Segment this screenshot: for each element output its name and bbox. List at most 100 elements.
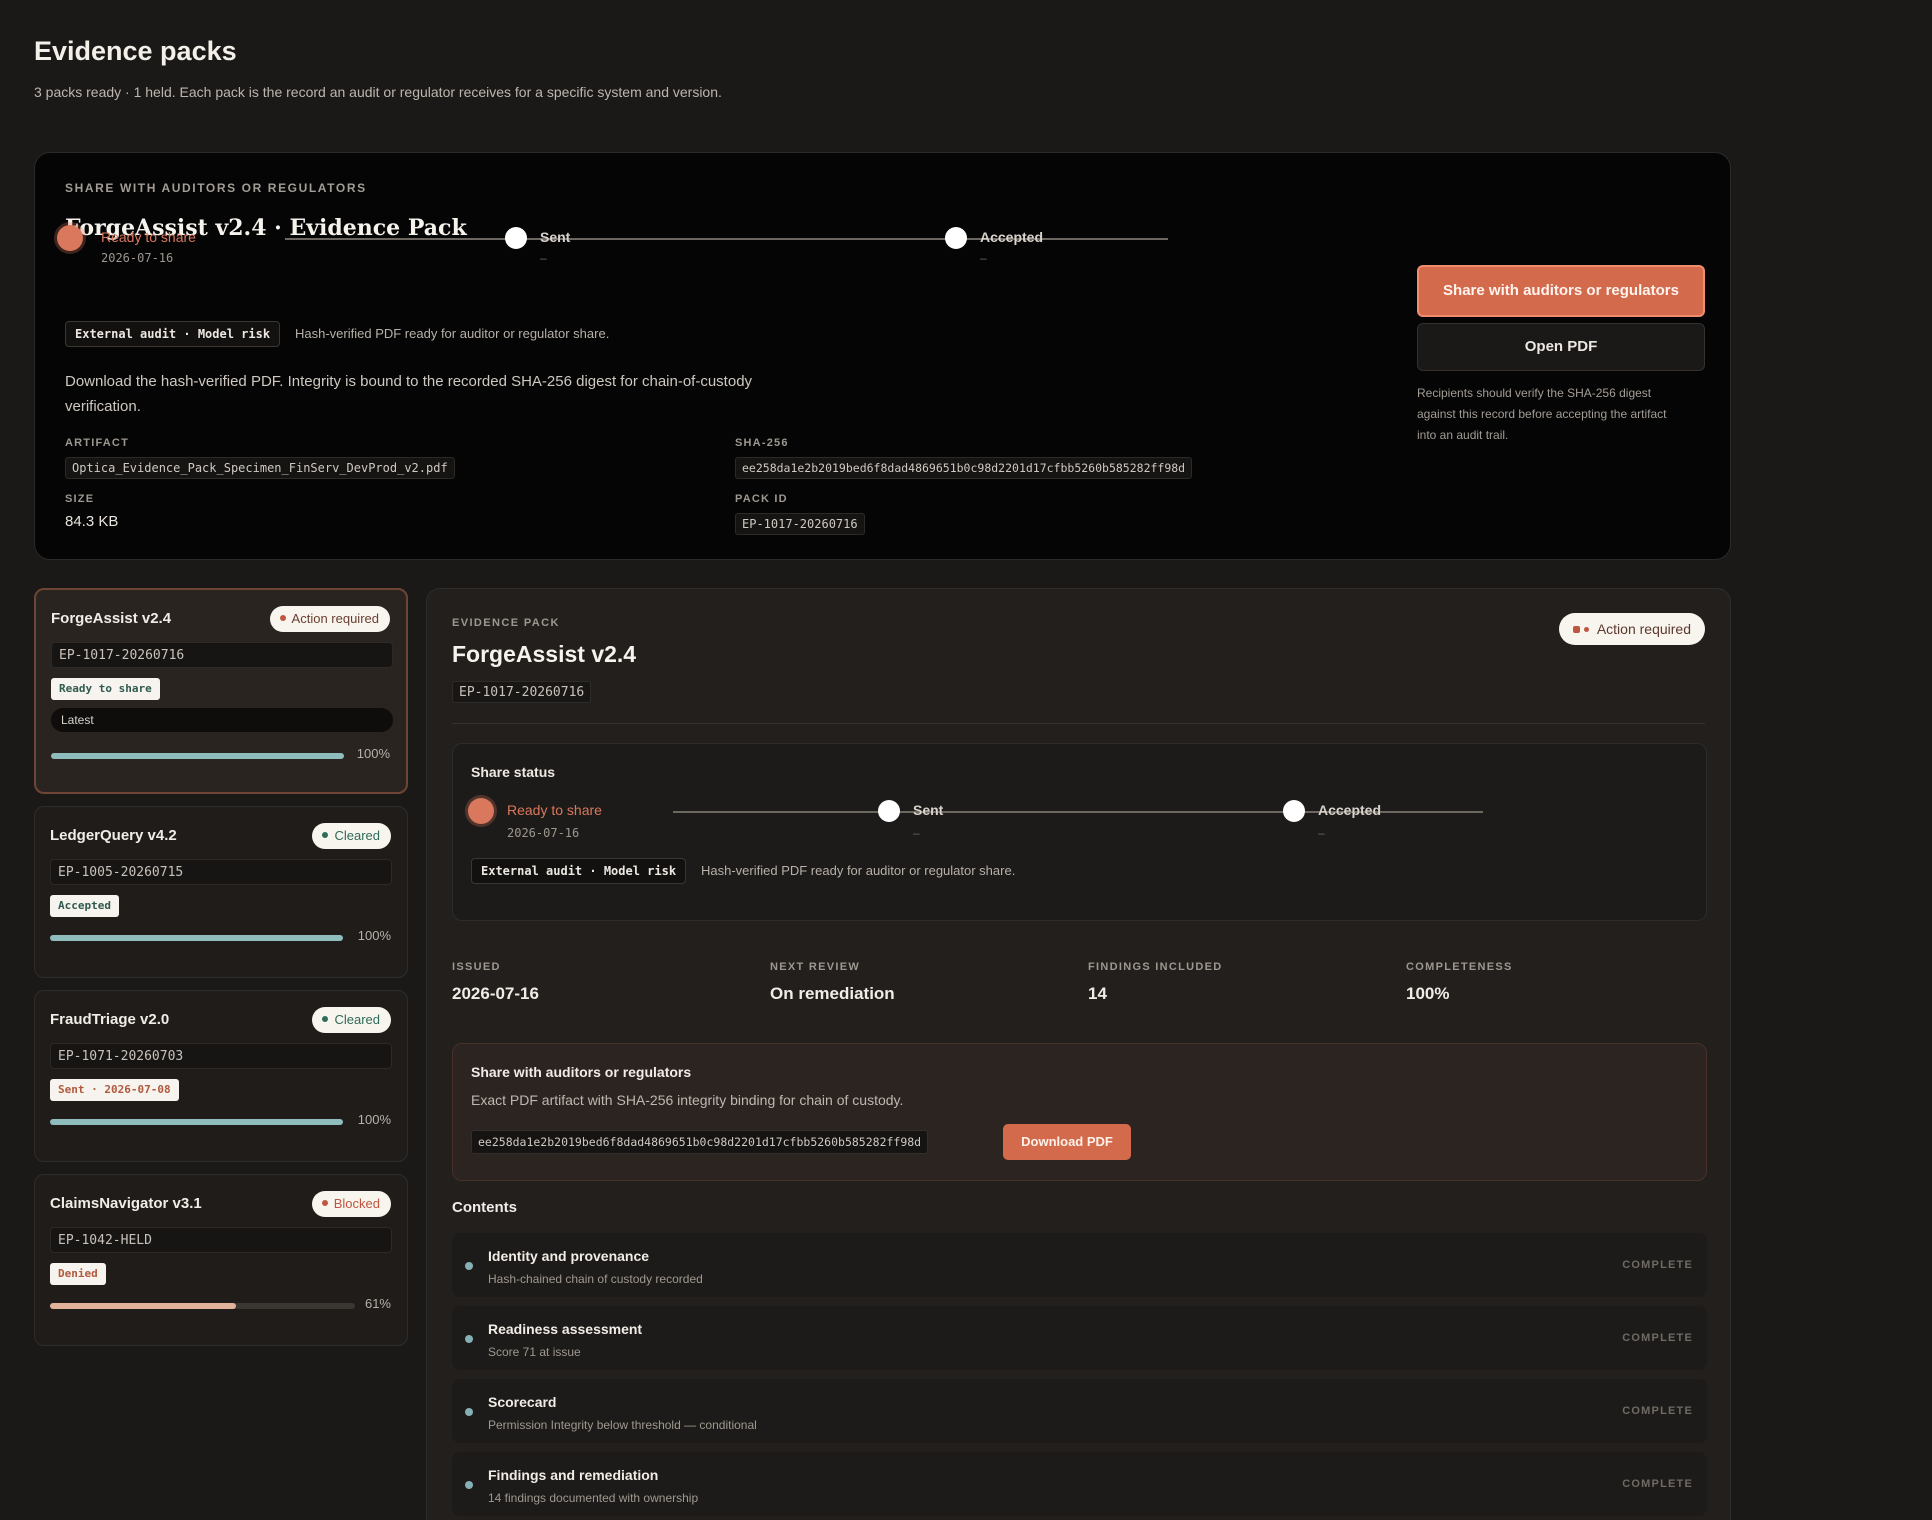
sha-label: SHA-256: [735, 437, 789, 449]
content-status: COMPLETE: [1622, 1405, 1693, 1417]
badge-dot-icon: [322, 832, 329, 838]
bullet-dot-icon: [465, 1408, 473, 1416]
pack-progress-bar: [50, 935, 343, 941]
content-row-scorecard: Scorecard Permission Integrity below thr…: [452, 1379, 1707, 1443]
artifact-filename: Optica_Evidence_Pack_Specimen_FinServ_De…: [65, 457, 455, 479]
share-help-text: Recipients should verify the SHA-256 dig…: [1417, 386, 1667, 442]
badge-dot-icon: [321, 1200, 328, 1206]
share-card: SHARE WITH AUDITORS OR REGULATORS ForgeA…: [34, 152, 1731, 560]
detail-divider: [452, 723, 1705, 724]
timeline-step-sent-date: –: [540, 251, 547, 265]
detail-eyebrow: EVIDENCE PACK: [452, 617, 560, 629]
stat-findings-label: FINDINGS INCLUDED: [1088, 961, 1223, 973]
stat-next-review-label: NEXT REVIEW: [770, 961, 861, 973]
stat-findings-value: 14: [1088, 984, 1107, 1003]
content-row-identity: Identity and provenance Hash-chained cha…: [452, 1233, 1707, 1297]
download-pdf-button[interactable]: Download PDF: [1003, 1124, 1131, 1160]
pack-name: ClaimsNavigator v3.1: [50, 1195, 202, 1212]
pack-progress-bar: [50, 1119, 343, 1125]
content-title: Identity and provenance: [488, 1248, 650, 1264]
open-pdf-button[interactable]: Open PDF: [1417, 323, 1705, 371]
pack-card-fraudtriage[interactable]: FraudTriage v2.0 Cleared EP-1071-2026070…: [34, 990, 408, 1162]
pack-card-forgeassist[interactable]: ForgeAssist v2.4 Action required EP-1017…: [34, 588, 408, 794]
pack-name: LedgerQuery v4.2: [50, 827, 177, 844]
content-subtitle: Score 71 at issue: [488, 1345, 581, 1359]
pack-id: EP-1042-HELD: [50, 1227, 392, 1253]
pack-status-tag: Sent · 2026-07-08: [50, 1079, 179, 1101]
content-row-findings: Findings and remediation 14 findings doc…: [452, 1452, 1707, 1516]
timeline-step-sent-date: –: [913, 826, 920, 840]
pack-progress-percent: 100%: [356, 746, 390, 761]
share-card-description: Download the hash-verified PDF. Integrit…: [65, 373, 753, 415]
pack-progress-fill: [50, 935, 343, 941]
timeline-step-ready-date: 2026-07-16: [507, 826, 580, 840]
status-badge: Cleared: [312, 823, 391, 849]
badge-dot-icon: [322, 1016, 329, 1022]
content-subtitle: Hash-chained chain of custody recorded: [488, 1272, 703, 1286]
evidence-pack-detail: EVIDENCE PACK ForgeAssist v2.4 EP-1017-2…: [426, 588, 1731, 1520]
bullet-dot-icon: [465, 1262, 473, 1270]
pack-id: EP-1005-20260715: [50, 859, 392, 885]
status-badge: Action required: [269, 606, 390, 632]
size-label: SIZE: [65, 493, 95, 505]
content-subtitle: Permission Integrity below threshold — c…: [488, 1418, 757, 1432]
bullet-dot-icon: [465, 1481, 473, 1489]
pack-name: ForgeAssist v2.4: [51, 610, 172, 627]
download-hash: ee258da1e2b2019bed6f8dad4869651b0c98d220…: [471, 1130, 929, 1154]
download-panel: Share with auditors or regulators Exact …: [452, 1043, 1707, 1181]
contents-title: Contents: [452, 1199, 517, 1216]
content-status: COMPLETE: [1622, 1259, 1693, 1271]
pack-card-ledgerquery[interactable]: LedgerQuery v4.2 Cleared EP-1005-2026071…: [34, 806, 408, 978]
timeline-step-accepted-date: –: [980, 251, 987, 265]
share-status-panel: Share status Ready to share 2026-07-16 S…: [452, 743, 1707, 921]
timeline-step-ready-dot: [468, 798, 494, 824]
timeline-step-accepted-date: –: [1318, 826, 1325, 840]
timeline-step-ready-dot: [57, 225, 83, 251]
pack-progress-fill: [50, 1303, 237, 1309]
timeline-step-sent-label: Sent: [913, 802, 944, 818]
stat-issued-label: ISSUED: [452, 961, 501, 973]
pack-status-tag: Ready to share: [51, 678, 160, 700]
timeline-step-ready-date: 2026-07-16: [101, 251, 174, 265]
page-title: Evidence packs: [34, 36, 237, 66]
badge-dot-icon: [1572, 626, 1580, 633]
content-status: COMPLETE: [1622, 1478, 1693, 1490]
pack-id: EP-1071-20260703: [50, 1043, 392, 1069]
detail-status-badge: Action required: [1558, 613, 1705, 645]
stat-completeness-value: 100%: [1406, 984, 1450, 1003]
pack-progress-bar: [51, 753, 344, 759]
pack-latest-tag: Latest: [51, 708, 393, 732]
download-title: Share with auditors or regulators: [471, 1064, 692, 1080]
timeline-step-accepted-label: Accepted: [1318, 802, 1382, 818]
scope-tag: External audit · Model risk: [65, 321, 281, 347]
share-timeline: Ready to share 2026-07-16 Sent – Accepte…: [35, 153, 1235, 273]
timeline-step-ready-label: Ready to share: [101, 229, 196, 245]
timeline-step-sent-dot: [878, 800, 900, 822]
badge-dot-icon: [1583, 627, 1589, 632]
pack-progress-bar: [50, 1303, 355, 1309]
pack-status-tag: Accepted: [50, 895, 119, 917]
pack-id-label: PACK ID: [735, 493, 788, 505]
stat-completeness-label: COMPLETENESS: [1406, 961, 1513, 973]
pack-progress-percent: 100%: [357, 1112, 391, 1127]
scope-tag-note: Hash-verified PDF ready for auditor or r…: [701, 863, 1016, 878]
content-title: Scorecard: [488, 1394, 557, 1410]
pack-progress-percent: 100%: [357, 928, 391, 943]
content-row-readiness: Readiness assessment Score 71 at issue C…: [452, 1306, 1707, 1370]
pack-id-value: EP-1017-20260716: [735, 513, 865, 535]
page-subtitle: 3 packs ready · 1 held. Each pack is the…: [34, 84, 722, 100]
pack-progress-fill: [50, 1119, 343, 1125]
size-value: 84.3 KB: [65, 513, 119, 530]
pack-status-tag: Denied: [50, 1263, 106, 1285]
stat-issued-value: 2026-07-16: [452, 984, 539, 1003]
status-badge: Cleared: [312, 1007, 391, 1033]
bullet-dot-icon: [465, 1335, 473, 1343]
pack-card-claimsnavigator[interactable]: ClaimsNavigator v3.1 Blocked EP-1042-HEL…: [34, 1174, 408, 1346]
timeline-step-ready-label: Ready to share: [507, 802, 602, 818]
timeline-step-sent-dot: [505, 227, 527, 249]
share-status-title: Share status: [471, 764, 556, 780]
detail-pack-id: EP-1017-20260716: [452, 681, 592, 703]
share-with-auditors-button[interactable]: Share with auditors or regulators: [1417, 265, 1705, 317]
badge-dot-icon: [279, 615, 286, 621]
sha-value: ee258da1e2b2019bed6f8dad4869651b0c98d220…: [735, 457, 1193, 479]
